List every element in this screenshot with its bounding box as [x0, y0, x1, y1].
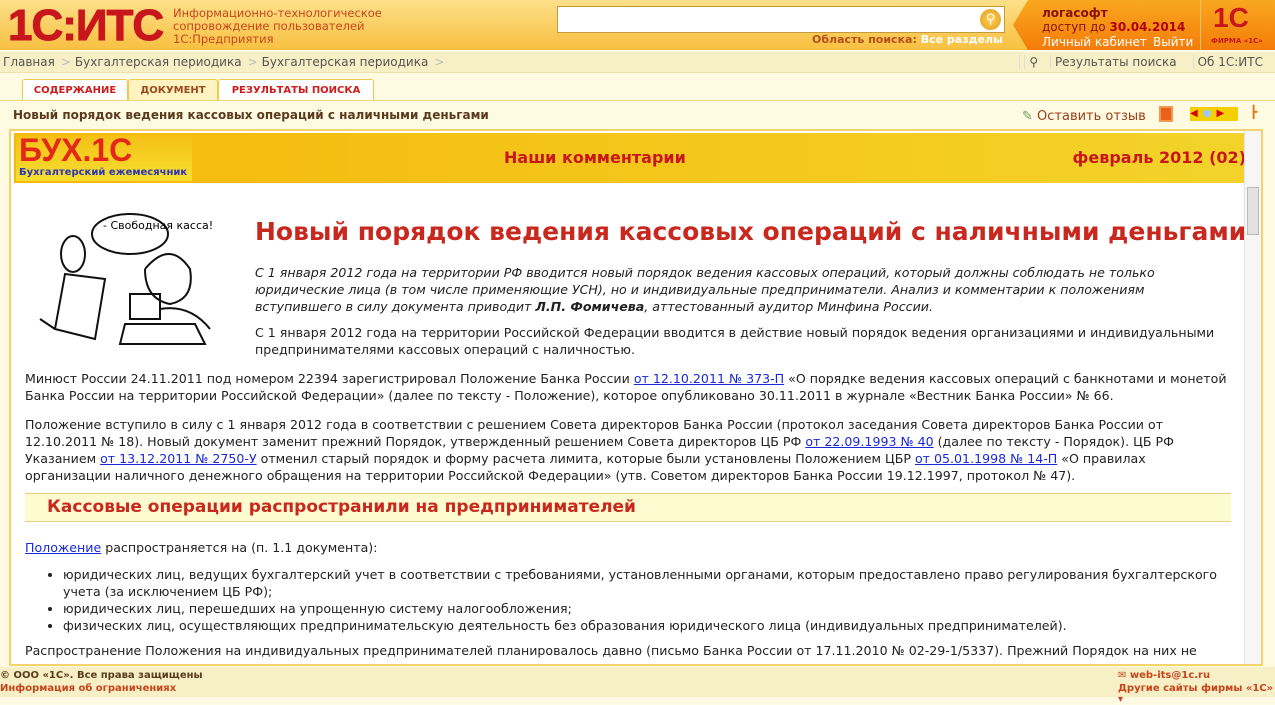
firm-logo-mark: 1С	[1213, 2, 1249, 33]
tab-document[interactable]: ДОКУМЕНТ	[128, 79, 218, 101]
search-input[interactable]: ⚲	[557, 6, 1005, 33]
print-icon[interactable]	[1159, 106, 1173, 122]
list-item: юридических лиц, перешедших на упрощенну…	[63, 600, 1229, 617]
search-results-label: Результаты поиска	[1049, 55, 1181, 69]
scope-label: Область поиска:	[812, 33, 917, 46]
lead-author: Л.П. Фомичева	[535, 299, 645, 314]
cartoon-caption: - Свободная касса!	[103, 219, 213, 232]
document-link[interactable]: Положение	[25, 540, 101, 555]
paragraph: С 1 января 2012 года на территории Росси…	[255, 325, 1215, 357]
paragraph: Минюст России 24.11.2011 под номером 223…	[25, 370, 1235, 404]
breadcrumb-item[interactable]: Главная	[3, 55, 55, 69]
lead-text: , аттестованный аудитор Минфина России.	[644, 299, 933, 314]
firm-logo[interactable]: 1С ФИРМА «1С»	[1200, 0, 1275, 50]
list-item: юридических лиц, ведущих бухгалтерский у…	[63, 566, 1229, 600]
paragraph: Положение распространяется на (п. 1.1 до…	[25, 539, 1235, 556]
its-logo[interactable]: 1С:ИТС	[7, 3, 164, 48]
bux-logo-subtitle: Бухгалтерский ежемесячник	[19, 167, 188, 178]
footer: © ООО «1С». Все права защищены Информаци…	[0, 667, 1275, 705]
bulb-icon[interactable]: ●	[1203, 108, 1212, 119]
document-frame: БУХ.1С Бухгалтерский ежемесячник Наши ко…	[9, 129, 1263, 666]
feedback-button[interactable]: ✎ Оставить отзыв	[1022, 109, 1146, 124]
header: 1С:ИТС Информационно-технологическое соп…	[0, 0, 1275, 50]
banner-issue: февраль 2012 (02)	[1072, 148, 1247, 167]
bux-logo: БУХ.1С Бухгалтерский ежемесячник	[16, 132, 192, 181]
search-icon[interactable]: ⚲	[980, 9, 1001, 30]
text: Минюст России 24.11.2011 под номером 223…	[25, 371, 634, 386]
breadcrumb-item[interactable]: Бухгалтерская периодика	[262, 55, 429, 69]
user-name: логасофт	[1042, 6, 1108, 20]
scrollbar-thumb[interactable]	[1247, 187, 1259, 235]
text: отменил старый порядок и форму расчета л…	[256, 451, 915, 466]
cabinet-link[interactable]: Личный кабинет	[1042, 35, 1147, 49]
email-label: web-its@1c.ru	[1129, 670, 1211, 681]
tab-search-results[interactable]: РЕЗУЛЬТАТЫ ПОИСКА	[218, 79, 374, 101]
text: распространяется на (п. 1.1 документа):	[101, 540, 378, 555]
breadcrumb-item[interactable]: Бухгалтерская периодика	[75, 55, 242, 69]
tab-contents[interactable]: СОДЕРЖАНИЕ	[22, 79, 128, 101]
feedback-label: Оставить отзыв	[1037, 109, 1146, 124]
logout-link[interactable]: Выйти	[1153, 35, 1193, 49]
search-results-link[interactable]: ⚲ Результаты поиска	[1019, 55, 1189, 69]
section-body: Положение распространяется на (п. 1.1 до…	[25, 539, 1235, 659]
paragraph: Распространение Положения на индивидуаль…	[25, 643, 1197, 658]
document-link[interactable]: от 12.10.2011 № 373-П	[634, 371, 784, 386]
breadcrumb: Главная > Бухгалтерская периодика > Бухгалте…	[0, 52, 1275, 73]
document-link[interactable]: от 13.12.2011 № 2750-У	[100, 451, 257, 466]
bux-logo-text: БУХ.1С	[19, 132, 133, 168]
prev-icon[interactable]: ◀	[1190, 108, 1198, 119]
paragraph: Положение вступило в силу с 1 января 201…	[25, 416, 1235, 484]
access-info: доступ до 30.04.2014	[1042, 20, 1185, 34]
restrictions-link[interactable]: Информация об ограничениях	[0, 683, 176, 694]
tree-icon[interactable]: ┣	[1250, 105, 1257, 119]
other-sites-dropdown[interactable]: Другие сайты фирмы «1С» ▾	[1118, 683, 1275, 705]
article-title: Новый порядок ведения кассовых операций …	[255, 217, 1247, 246]
search-icon: ⚲	[1024, 55, 1046, 69]
magazine-banner: БУХ.1С Бухгалтерский ежемесячник Наши ко…	[14, 132, 1247, 183]
scope-value[interactable]: Все разделы	[921, 33, 1003, 46]
email-link[interactable]: ✉ web-its@1c.ru	[1118, 670, 1210, 681]
navigation-buttons: ◀ ● ▶	[1190, 107, 1238, 121]
logo-sub-line: 1С:Предприятия	[173, 32, 274, 46]
bullet-list: юридических лиц, ведущих бухгалтерский у…	[49, 566, 1229, 634]
search-scope[interactable]: Область поиска: Все разделы	[812, 33, 1003, 46]
about-link[interactable]: Об 1С:ИТС	[1192, 55, 1267, 69]
list-item: физических лиц, осуществляющих предприни…	[63, 617, 1229, 634]
cartoon-illustration: - Свободная касса!	[39, 213, 213, 345]
logo-subtitle: Информационно-технологическое сопровожде…	[173, 7, 382, 46]
copyright: © ООО «1С». Все права защищены	[0, 670, 203, 681]
firm-logo-label: ФИРМА «1С»	[1211, 37, 1263, 45]
user-panel: логасофт доступ до 30.04.2014 Личный каб…	[1013, 0, 1200, 50]
access-label: доступ до	[1042, 20, 1106, 34]
document-link[interactable]: от 05.01.1998 № 14-П	[915, 451, 1057, 466]
banner-section: Наши комментарии	[504, 148, 686, 167]
scrollbar[interactable]	[1244, 131, 1261, 664]
divider	[0, 100, 1275, 101]
mail-icon: ✉	[1118, 670, 1130, 681]
next-icon[interactable]: ▶	[1216, 108, 1224, 119]
section-heading: Кассовые операции распространили на пред…	[25, 493, 1231, 522]
article-lead: С 1 января 2012 года на территории РФ вв…	[255, 264, 1215, 315]
access-date: 30.04.2014	[1109, 20, 1186, 34]
pencil-icon: ✎	[1022, 109, 1038, 124]
document-title: Новый порядок ведения кассовых операций …	[13, 108, 489, 122]
document-link[interactable]: от 22.09.1993 № 40	[805, 434, 933, 449]
